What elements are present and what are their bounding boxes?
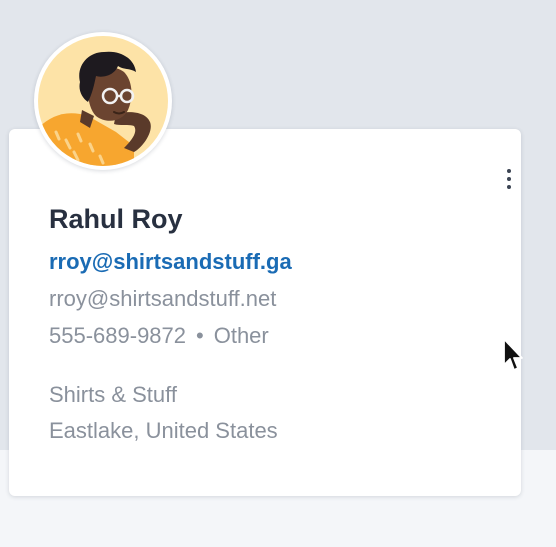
secondary-email: rroy@shirtsandstuff.net: [49, 286, 277, 311]
avatar[interactable]: [34, 32, 172, 170]
person-illustration-icon: [38, 36, 168, 166]
location: Eastlake, United States: [49, 418, 278, 443]
phone-type: Other: [213, 323, 269, 348]
more-options-button[interactable]: [494, 162, 524, 196]
separator-dot: •: [196, 323, 204, 348]
more-vertical-icon: [507, 169, 511, 173]
company-name: Shirts & Stuff: [49, 382, 177, 407]
primary-email-link[interactable]: rroy@shirtsandstuff.ga: [49, 249, 292, 275]
more-vertical-icon: [507, 177, 511, 181]
phone-row: 555-689-9872 • Other: [49, 323, 269, 349]
more-vertical-icon: [507, 185, 511, 189]
contact-name: Rahul Roy: [49, 204, 183, 234]
phone-number: 555-689-9872: [49, 323, 187, 348]
mouse-pointer-icon: [502, 337, 526, 378]
